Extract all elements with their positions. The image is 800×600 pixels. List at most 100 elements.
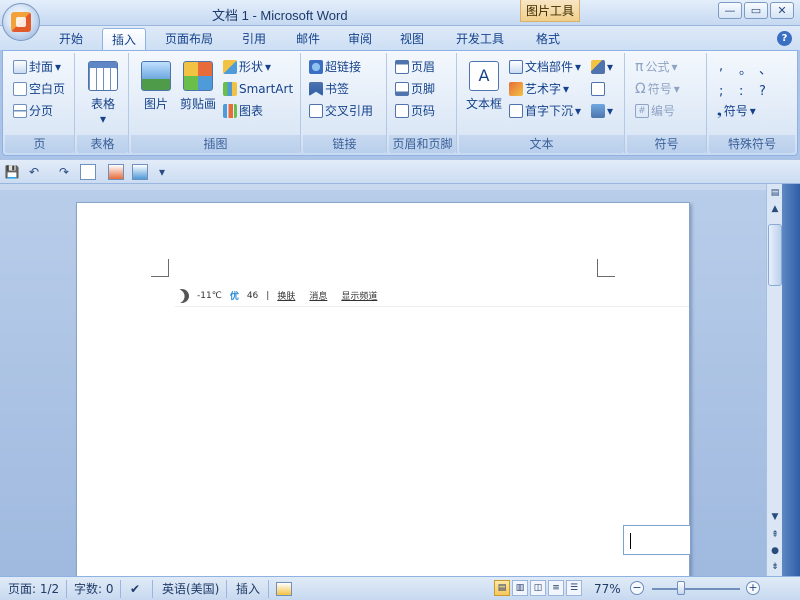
- blank-page-button[interactable]: 空白页: [13, 79, 65, 99]
- customize-toolbar-icon[interactable]: ▾: [154, 164, 170, 180]
- tab-review[interactable]: 审阅: [342, 28, 378, 50]
- word-count[interactable]: 字数: 0: [74, 581, 114, 597]
- office-button[interactable]: [2, 3, 40, 41]
- symbol-comma[interactable]: ,: [719, 59, 739, 78]
- tab-insert[interactable]: 插入: [102, 28, 146, 50]
- header-button[interactable]: 页眉: [395, 57, 435, 77]
- zoom-in-icon[interactable]: +: [746, 581, 760, 595]
- signature-line-button[interactable]: ▾: [591, 57, 613, 77]
- cross-reference-button[interactable]: 交叉引用: [309, 101, 373, 121]
- web-layout-icon[interactable]: ◫: [530, 580, 546, 596]
- group-illustrations: 图片 剪贴画 形状 ▾ SmartArt 图表 插图: [131, 53, 301, 153]
- temperature: -11℃: [197, 290, 222, 301]
- date-time-button[interactable]: [591, 79, 605, 99]
- scroll-up-icon[interactable]: ▲: [768, 202, 782, 216]
- close-button[interactable]: ✕: [770, 2, 794, 19]
- text-box[interactable]: [623, 525, 691, 555]
- cover-page-button[interactable]: 封面 ▾: [13, 57, 61, 77]
- textbox-button[interactable]: A 文本框: [461, 57, 507, 131]
- symbol-semicolon[interactable]: ;: [719, 84, 739, 99]
- redo-icon[interactable]: ↷: [56, 164, 72, 180]
- aqi-value: 46: [246, 290, 259, 301]
- language-indicator[interactable]: 英语(美国): [162, 581, 219, 597]
- message-link[interactable]: 消息: [309, 289, 327, 302]
- previous-page-icon[interactable]: ⇞: [768, 528, 782, 542]
- shapes-button[interactable]: 形状 ▾: [223, 57, 271, 77]
- vertical-scrollbar[interactable]: ▤ ▲ ▼ ⇞ ● ⇟: [766, 184, 782, 576]
- footer-button[interactable]: 页脚: [395, 79, 435, 99]
- help-icon[interactable]: ?: [777, 31, 792, 46]
- zoom-slider-thumb[interactable]: [677, 581, 685, 595]
- page-number-button[interactable]: 页码: [395, 101, 435, 121]
- window-title: 文档 1 - Microsoft Word: [212, 8, 348, 23]
- spellcheck-icon[interactable]: [108, 164, 124, 180]
- tab-developer[interactable]: 开发工具: [448, 28, 512, 50]
- page-count[interactable]: 页面: 1/2: [8, 581, 59, 597]
- tab-mailings[interactable]: 邮件: [290, 28, 326, 50]
- smartart-icon: [223, 82, 237, 96]
- print-layout-view-icon[interactable]: ▤: [494, 580, 510, 596]
- print-layout-icon[interactable]: [80, 164, 96, 180]
- group-links: 超链接 书签 交叉引用 链接: [303, 53, 387, 153]
- signature-line-icon: [591, 60, 605, 74]
- tab-format[interactable]: 格式: [528, 28, 568, 50]
- next-page-icon[interactable]: ⇟: [768, 560, 782, 574]
- symbol-colon[interactable]: :: [739, 84, 759, 99]
- tab-page-layout[interactable]: 页面布局: [158, 28, 220, 50]
- full-screen-reading-icon[interactable]: ▥: [512, 580, 528, 596]
- draft-view-icon[interactable]: ☰: [566, 580, 582, 596]
- tab-home[interactable]: 开始: [52, 28, 90, 50]
- scroll-down-icon[interactable]: ▼: [768, 510, 782, 524]
- title-bar: 文档 1 - Microsoft Word 图片工具 — ▭ ✕: [0, 0, 800, 26]
- symbol-period[interactable]: 。: [739, 59, 759, 78]
- ruler-toggle-icon[interactable]: ▤: [768, 186, 782, 200]
- document-page[interactable]: -11℃ 优 46 | 换肤 消息 显示频道: [76, 202, 691, 582]
- chart-button[interactable]: 图表: [223, 101, 263, 121]
- scrollbar-thumb[interactable]: [768, 224, 782, 286]
- minimize-button[interactable]: —: [718, 2, 742, 19]
- ribbon: 封面 ▾ 空白页 分页 页 表格 ▾ 表格 图片 剪贴画 形状 ▾ SmartA…: [2, 50, 798, 156]
- macro-record-icon[interactable]: [276, 582, 292, 596]
- clipart-button[interactable]: 剪贴画: [175, 57, 221, 131]
- restore-button[interactable]: ▭: [744, 2, 768, 19]
- equation-button[interactable]: π 公式 ▾: [635, 57, 677, 77]
- bookmark-button[interactable]: 书签: [309, 79, 349, 99]
- numbering-button[interactable]: # 编号: [635, 101, 675, 121]
- quick-parts-button[interactable]: 文档部件 ▾: [509, 57, 581, 77]
- desktop-edge: [782, 184, 800, 576]
- proofing-icon[interactable]: ✔: [130, 581, 140, 597]
- group-text: A 文本框 文档部件 ▾ 艺术字 ▾ 首字下沉 ▾ ▾ ▾ 文本: [459, 53, 625, 153]
- select-icon[interactable]: [132, 164, 148, 180]
- undo-icon[interactable]: ↶: [26, 164, 42, 180]
- table-button[interactable]: 表格 ▾: [80, 57, 126, 131]
- skin-link[interactable]: 换肤: [277, 289, 295, 302]
- group-special-symbols: , 。 、 ; : ? ❟ 符号 ▾ 特殊符号: [709, 53, 795, 153]
- group-label-text: 文本: [459, 135, 624, 153]
- symbol-question[interactable]: ?: [759, 84, 779, 99]
- special-symbol-button[interactable]: ❟ 符号 ▾: [717, 101, 756, 121]
- drop-cap-button[interactable]: 首字下沉 ▾: [509, 101, 581, 121]
- wordart-button[interactable]: 艺术字 ▾: [509, 79, 569, 99]
- smartart-button[interactable]: SmartArt: [223, 79, 293, 99]
- tab-view[interactable]: 视图: [394, 28, 430, 50]
- save-icon[interactable]: 💾: [4, 164, 20, 180]
- group-table: 表格 ▾ 表格: [77, 53, 129, 153]
- symbol-button[interactable]: Ω 符号 ▾: [635, 79, 680, 99]
- insert-mode[interactable]: 插入: [236, 581, 260, 597]
- omega-icon: Ω: [635, 81, 646, 97]
- object-button[interactable]: ▾: [591, 101, 613, 121]
- group-label-table: 表格: [77, 135, 128, 153]
- tab-references[interactable]: 引用: [236, 28, 272, 50]
- zoom-level[interactable]: 77%: [594, 581, 621, 597]
- text-caret: [630, 533, 631, 549]
- zoom-slider-track[interactable]: [652, 588, 740, 590]
- hyperlink-button[interactable]: 超链接: [309, 57, 361, 77]
- show-channel-link[interactable]: 显示频道: [341, 289, 377, 302]
- symbol-enum-comma[interactable]: 、: [759, 59, 779, 78]
- browse-object-icon[interactable]: ●: [768, 544, 782, 558]
- picture-button[interactable]: 图片: [133, 57, 179, 131]
- outline-view-icon[interactable]: ≡: [548, 580, 564, 596]
- group-label-links: 链接: [303, 135, 386, 153]
- page-break-button[interactable]: 分页: [13, 101, 53, 121]
- zoom-out-icon[interactable]: −: [630, 581, 644, 595]
